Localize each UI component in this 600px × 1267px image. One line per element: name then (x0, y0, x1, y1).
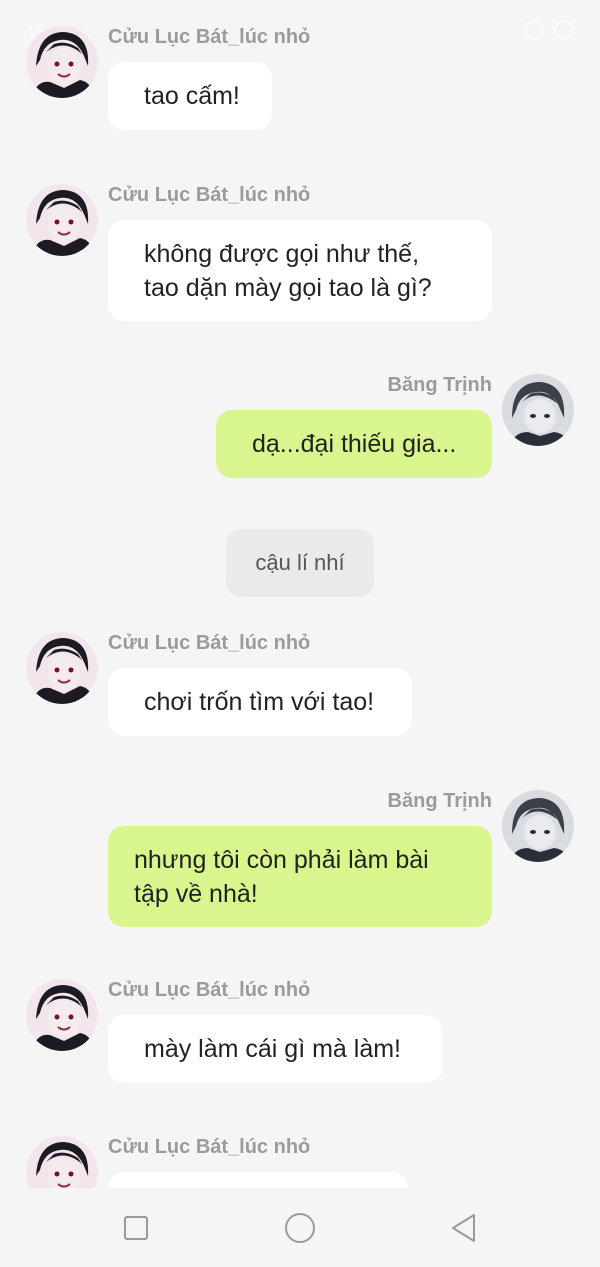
message-bubble[interactable]: không được gọi như thế, tao dặn mày gọi … (108, 220, 492, 321)
message-text: tao cấm! (144, 82, 240, 110)
avatar-cuu-luc-bat[interactable] (26, 979, 98, 1051)
message-bubble[interactable]: chơi trốn tìm với tao! (108, 668, 412, 736)
sender-name: Cửu Lục Bát_lúc nhỏ (108, 632, 311, 654)
narration-text: cậu lí nhí (255, 550, 345, 575)
sender-name: Cửu Lục Bát_lúc nhỏ (108, 184, 311, 206)
avatar-image (26, 632, 98, 704)
sender-name: Băng Trịnh (387, 374, 492, 396)
message-bubble[interactable]: dạ...đại thiếu gia... (216, 410, 492, 478)
avatar-image (502, 790, 574, 862)
avatar-image (502, 374, 574, 446)
square-icon[interactable] (118, 1210, 154, 1246)
sender-name: Cửu Lục Bát_lúc nhỏ (108, 26, 311, 48)
sender-name: Cửu Lục Bát_lúc nhỏ (108, 979, 311, 1001)
message-text: tao dặn mày gọi tao là gì? (144, 274, 432, 302)
message-text: không được gọi như thế, (144, 240, 420, 268)
avatar-image (26, 979, 98, 1051)
avatar-bang-trinh[interactable] (502, 374, 574, 446)
sender-name: Băng Trịnh (387, 790, 492, 812)
message-text: dạ...đại thiếu gia... (252, 430, 457, 458)
triangle-back-icon[interactable] (446, 1210, 482, 1246)
narration-bubble[interactable]: cậu lí nhí (226, 529, 374, 597)
avatar-image (26, 184, 98, 256)
message-bubble[interactable]: tao cấm! (108, 62, 272, 130)
message-bubble[interactable]: mày làm cái gì mà làm! (108, 1015, 442, 1083)
avatar-cuu-luc-bat[interactable] (26, 26, 98, 98)
avatar-cuu-luc-bat[interactable] (26, 632, 98, 704)
message-text: nhưng tôi còn phải làm bài (134, 846, 429, 874)
avatar-image (26, 26, 98, 98)
message-bubble[interactable]: nhưng tôi còn phải làm bài tập về nhà! (108, 826, 492, 927)
avatar-bang-trinh[interactable] (502, 790, 574, 862)
avatar-cuu-luc-bat[interactable] (26, 184, 98, 256)
navigation-bar (0, 1188, 600, 1267)
message-text: chơi trốn tìm với tao! (144, 688, 375, 716)
message-text: tập về nhà! (134, 880, 258, 908)
sender-name: Cửu Lục Bát_lúc nhỏ (108, 1136, 311, 1158)
chat-area[interactable]: Cửu Lục Bát_lúc nhỏ tao cấm! Cửu Lục Bát… (0, 0, 600, 1188)
avatar-image (26, 1136, 98, 1188)
avatar-cuu-luc-bat[interactable] (26, 1136, 98, 1188)
message-bubble[interactable] (108, 1172, 408, 1188)
circle-icon[interactable] (282, 1210, 318, 1246)
message-text: mày làm cái gì mà làm! (144, 1035, 402, 1063)
